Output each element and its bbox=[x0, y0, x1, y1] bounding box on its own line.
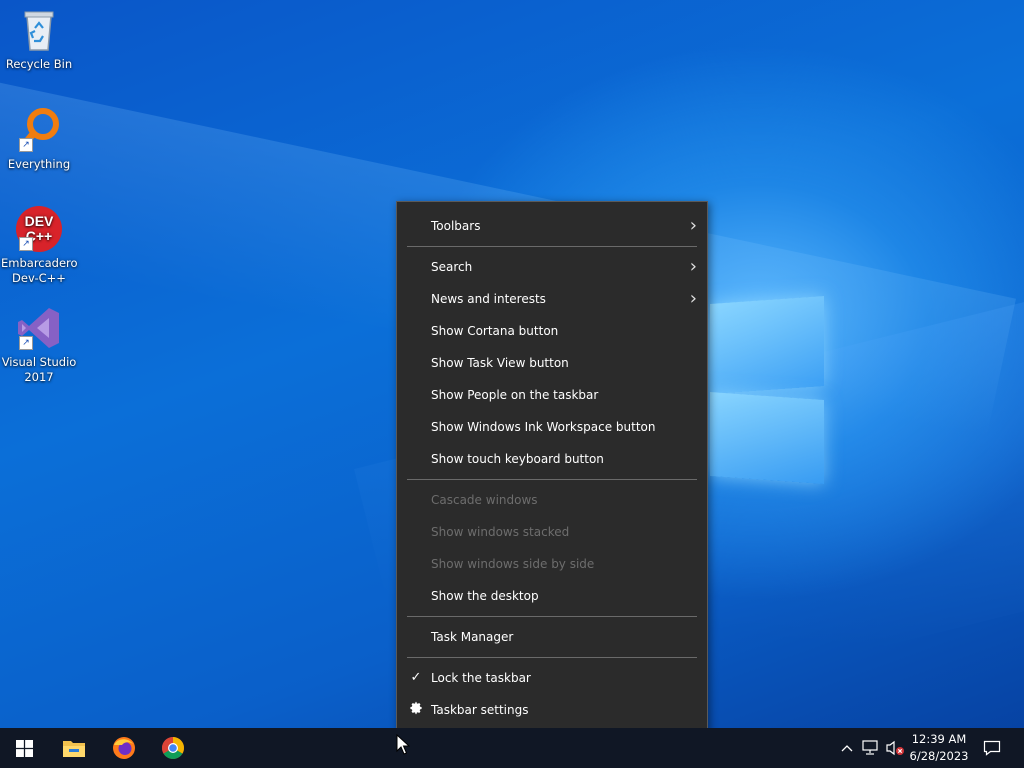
taskbar-clock[interactable]: 12:39 AM 6/28/2023 bbox=[906, 731, 972, 765]
menu-item-label: Task Manager bbox=[431, 630, 514, 644]
taskbar-firefox[interactable] bbox=[100, 728, 148, 768]
network-tray-button[interactable] bbox=[860, 728, 882, 768]
checkmark-icon: ✓ bbox=[410, 670, 422, 685]
menu-item-label: Lock the taskbar bbox=[431, 671, 531, 685]
action-center-button[interactable] bbox=[978, 728, 1006, 768]
recycle-bin-icon bbox=[15, 6, 63, 54]
desktop-icon-label: Recycle Bin bbox=[5, 57, 73, 71]
menu-separator bbox=[407, 479, 697, 480]
menu-item-label: Show Windows Ink Workspace button bbox=[431, 420, 656, 434]
taskbar-context-menu: Toolbars › Search › News and interests ›… bbox=[396, 201, 708, 734]
taskbar-chrome[interactable] bbox=[149, 728, 197, 768]
menu-item-label: Toolbars bbox=[431, 219, 481, 233]
taskbar-file-explorer[interactable] bbox=[50, 728, 98, 768]
gear-icon bbox=[408, 694, 424, 726]
menu-item-toolbars[interactable]: Toolbars › bbox=[397, 210, 707, 242]
menu-item-label: News and interests bbox=[431, 292, 546, 306]
menu-item-cascade-windows: Cascade windows bbox=[397, 484, 707, 516]
desktop-icon-label-line1: Embarcadero bbox=[1, 256, 78, 270]
chevron-up-icon bbox=[841, 745, 853, 752]
chrome-icon bbox=[162, 737, 184, 759]
desktop-icon-recycle-bin[interactable]: Recycle Bin bbox=[1, 6, 77, 72]
menu-separator bbox=[407, 657, 697, 658]
volume-muted-icon bbox=[886, 740, 904, 756]
menu-item-task-manager[interactable]: Task Manager bbox=[397, 621, 707, 653]
show-hidden-icons-chevron[interactable] bbox=[838, 728, 856, 768]
chevron-right-icon: › bbox=[689, 215, 697, 236]
menu-item-label: Show windows stacked bbox=[431, 525, 570, 539]
svg-text:DEV: DEV bbox=[25, 213, 54, 229]
menu-item-label: Search bbox=[431, 260, 473, 274]
shortcut-arrow-icon: ↗ bbox=[19, 237, 33, 251]
menu-item-news-and-interests[interactable]: News and interests › bbox=[397, 283, 707, 315]
desktop-icon-label-line2: 2017 bbox=[24, 370, 54, 384]
clock-time: 12:39 AM bbox=[911, 732, 967, 746]
menu-item-label: Cascade windows bbox=[431, 493, 538, 507]
desktop-icon-label: Everything bbox=[7, 157, 71, 171]
menu-item-label: Taskbar settings bbox=[431, 703, 529, 717]
desktop-icon-everything[interactable]: ↗ Everything bbox=[1, 106, 77, 172]
menu-item-label: Show windows side by side bbox=[431, 557, 595, 571]
menu-separator bbox=[407, 616, 697, 617]
start-button[interactable] bbox=[0, 728, 48, 768]
desktop-icon-label-line2: Dev-C++ bbox=[12, 271, 66, 285]
chevron-right-icon: › bbox=[689, 256, 697, 277]
menu-item-show-windows-side-by-side: Show windows side by side bbox=[397, 548, 707, 580]
windows-start-icon bbox=[15, 739, 33, 757]
menu-item-show-task-view-button[interactable]: Show Task View button bbox=[397, 347, 707, 379]
menu-item-show-people[interactable]: Show People on the taskbar bbox=[397, 379, 707, 411]
desktop-icon-visual-studio[interactable]: ↗ Visual Studio 2017 bbox=[1, 304, 77, 385]
desktop-icon-devcpp[interactable]: DEV C++ ↗ Embarcadero Dev-C++ bbox=[1, 205, 78, 286]
clock-date: 6/28/2023 bbox=[909, 749, 969, 763]
menu-item-label: Show People on the taskbar bbox=[431, 388, 599, 402]
shortcut-arrow-icon: ↗ bbox=[19, 336, 33, 350]
firefox-icon bbox=[113, 737, 135, 759]
devcpp-icon: DEV C++ ↗ bbox=[15, 205, 63, 253]
folder-icon bbox=[63, 741, 85, 757]
menu-item-show-touch-keyboard[interactable]: Show touch keyboard button bbox=[397, 443, 707, 475]
menu-item-label: Show Cortana button bbox=[431, 324, 559, 338]
everything-search-icon: ↗ bbox=[15, 106, 63, 154]
desktop-icon-label-line1: Visual Studio bbox=[1, 355, 77, 369]
menu-separator bbox=[407, 246, 697, 247]
menu-item-label: Show Task View button bbox=[431, 356, 569, 370]
menu-item-show-windows-ink[interactable]: Show Windows Ink Workspace button bbox=[397, 411, 707, 443]
mouse-cursor-icon bbox=[396, 734, 410, 755]
menu-item-show-windows-stacked: Show windows stacked bbox=[397, 516, 707, 548]
network-icon bbox=[862, 740, 878, 755]
chevron-right-icon: › bbox=[689, 288, 697, 309]
menu-item-search[interactable]: Search › bbox=[397, 251, 707, 283]
menu-item-taskbar-settings[interactable]: Taskbar settings bbox=[397, 694, 707, 726]
menu-item-label: Show touch keyboard button bbox=[431, 452, 604, 466]
visual-studio-icon: ↗ bbox=[15, 304, 63, 352]
menu-item-lock-the-taskbar[interactable]: ✓ Lock the taskbar bbox=[397, 662, 707, 694]
taskbar[interactable]: 12:39 AM 6/28/2023 bbox=[0, 728, 1024, 768]
notification-icon bbox=[983, 740, 1001, 756]
menu-item-show-cortana-button[interactable]: Show Cortana button bbox=[397, 315, 707, 347]
volume-tray-button[interactable] bbox=[884, 728, 906, 768]
shortcut-arrow-icon: ↗ bbox=[19, 138, 33, 152]
menu-item-label: Show the desktop bbox=[431, 589, 539, 603]
menu-item-show-the-desktop[interactable]: Show the desktop bbox=[397, 580, 707, 612]
